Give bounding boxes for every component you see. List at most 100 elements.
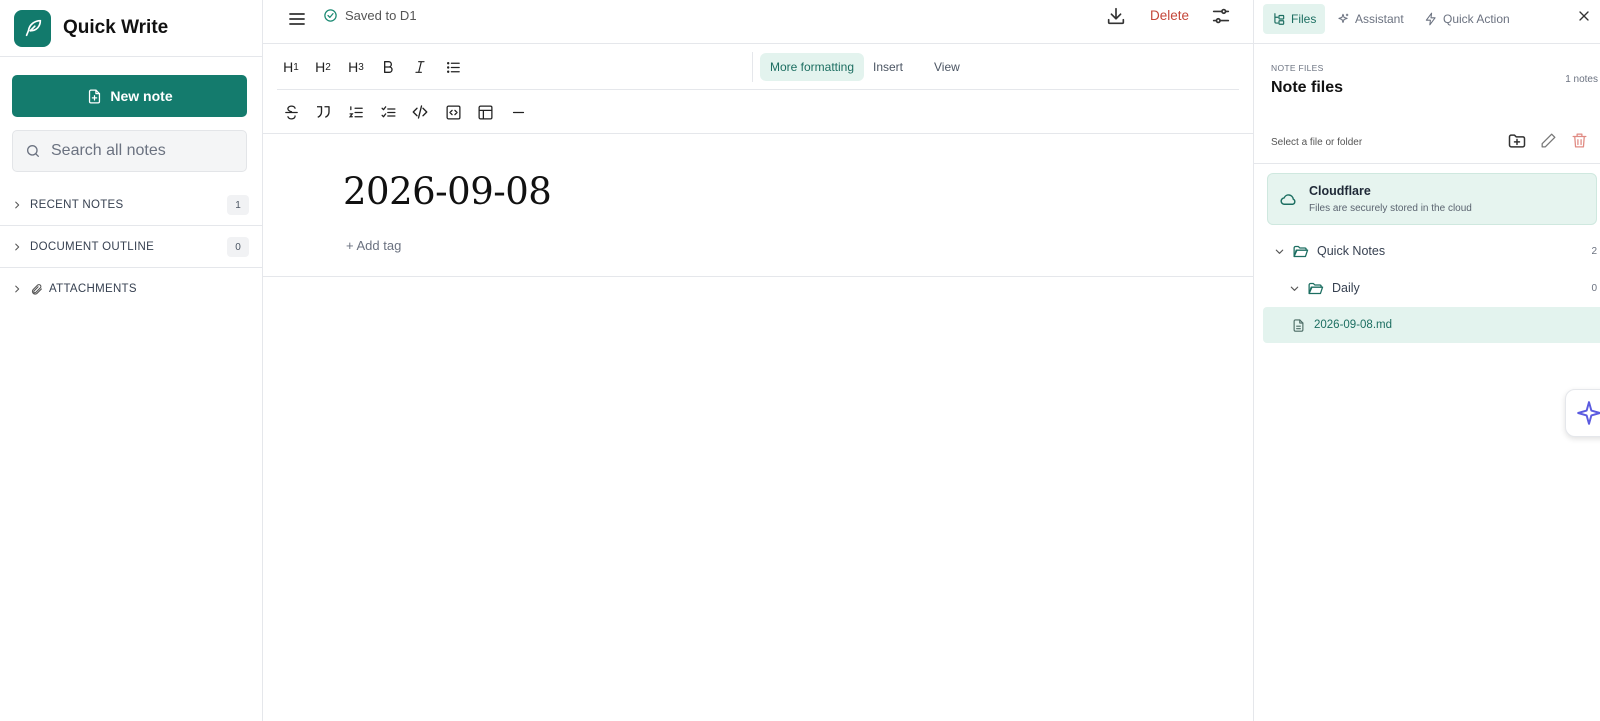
format-toolbar-row-2	[263, 90, 1253, 134]
horizontal-rule-icon	[512, 111, 524, 113]
tree-count: 2	[1591, 245, 1597, 257]
tree-folder-quick-notes[interactable]: Quick Notes 2	[1254, 233, 1600, 269]
assistant-fab[interactable]	[1565, 389, 1600, 437]
tab-files[interactable]: Files	[1263, 4, 1326, 34]
code-icon	[412, 105, 428, 119]
delete-button[interactable]: Delete	[1150, 8, 1189, 23]
document-body[interactable]	[263, 279, 1253, 721]
horizontal-rule-button[interactable]	[504, 100, 532, 124]
download-button[interactable]	[1105, 5, 1127, 27]
tab-insert[interactable]: Insert	[863, 53, 913, 81]
sparkles-icon	[1338, 13, 1349, 24]
task-list-icon	[380, 105, 396, 117]
close-icon	[1579, 11, 1589, 21]
download-icon	[1107, 7, 1125, 25]
file-tools-row: Select a file or folder	[1254, 124, 1600, 164]
table-icon	[477, 104, 493, 120]
pencil-icon	[1541, 133, 1556, 148]
table-button[interactable]	[471, 100, 499, 124]
italic-button[interactable]	[406, 55, 434, 79]
panel-tabs: Files Assistant Quick Action	[1254, 0, 1600, 44]
tab-files-label: Files	[1291, 12, 1317, 26]
delete-file-button[interactable]	[1570, 131, 1589, 150]
panel-kicker: NOTE FILES	[1271, 63, 1324, 73]
new-note-button[interactable]: New note	[12, 75, 247, 117]
menu-button[interactable]	[285, 7, 309, 31]
notes-count: 1 notes	[1565, 74, 1598, 85]
ordered-list-button[interactable]	[342, 100, 370, 124]
search-icon	[27, 145, 39, 157]
tab-quick-action-label: Quick Action	[1443, 12, 1510, 26]
sparkle-star-icon	[1577, 401, 1600, 425]
sliders-icon	[1212, 8, 1230, 24]
sidebar-section-recent-notes[interactable]: RECENT NOTES 1	[0, 184, 263, 226]
code-block-icon	[445, 104, 461, 120]
tree-label: 2026-09-08.md	[1314, 319, 1392, 331]
folder-open-icon	[1293, 245, 1309, 257]
lightning-icon	[1425, 12, 1436, 26]
tree-folder-daily[interactable]: Daily 0	[1254, 270, 1600, 306]
section-count-badge: 0	[227, 237, 249, 257]
save-status-text: Saved to D1	[345, 8, 417, 23]
quote-button[interactable]	[309, 100, 337, 124]
section-label: RECENT NOTES	[30, 198, 124, 211]
folder-open-icon	[1308, 282, 1324, 294]
files-panel: Files Assistant Quick Action NOTE FILES …	[1253, 0, 1600, 721]
section-count-badge: 1	[227, 195, 249, 215]
storage-description: Files are securely stored in the cloud	[1309, 203, 1472, 214]
chevron-right-icon	[15, 201, 20, 208]
close-panel-button[interactable]	[1576, 8, 1592, 24]
italic-icon	[415, 61, 425, 73]
hamburger-icon	[289, 13, 305, 25]
tab-quick-action[interactable]: Quick Action	[1415, 4, 1519, 34]
quote-icon	[317, 106, 330, 118]
panel-title: Note files	[1271, 79, 1344, 96]
settings-button[interactable]	[1210, 5, 1232, 27]
search-input[interactable]	[51, 142, 231, 160]
selection-hint: Select a file or folder	[1271, 137, 1363, 148]
bold-button[interactable]	[374, 55, 402, 79]
new-file-icon	[89, 88, 101, 104]
feather-logo-icon	[14, 9, 51, 47]
bold-icon	[384, 61, 393, 73]
tab-more-formatting[interactable]: More formatting	[760, 53, 865, 81]
tab-view[interactable]: View	[924, 53, 970, 81]
app-title: Quick Write	[63, 17, 169, 38]
task-list-button[interactable]	[374, 100, 402, 124]
chevron-down-icon	[1275, 249, 1284, 254]
document-title[interactable]: 2026-09-08	[343, 170, 552, 213]
heading-1-button[interactable]: H1	[277, 55, 305, 79]
folder-plus-icon	[1508, 134, 1526, 148]
heading-3-button[interactable]: H3	[342, 55, 370, 79]
tree-file-2026-09-08[interactable]: 2026-09-08.md	[1263, 307, 1600, 343]
search-box[interactable]	[12, 130, 247, 172]
heading-2-button[interactable]: H2	[309, 55, 337, 79]
code-block-button[interactable]	[439, 100, 467, 124]
sidebar-section-document-outline[interactable]: DOCUMENT OUTLINE 0	[0, 226, 263, 268]
trash-icon	[1572, 133, 1587, 148]
section-label: ATTACHMENTS	[49, 283, 137, 295]
chevron-right-icon	[15, 285, 20, 293]
bullet-list-icon	[446, 61, 460, 73]
code-button[interactable]	[406, 100, 434, 124]
save-status: Saved to D1	[323, 8, 417, 23]
tab-assistant-label: Assistant	[1355, 12, 1404, 26]
brand-header: Quick Write	[0, 0, 262, 57]
file-text-icon	[1293, 318, 1304, 332]
sidebar-section-attachments[interactable]: ATTACHMENTS	[0, 268, 263, 310]
add-tag-button[interactable]: + Add tag	[346, 238, 401, 253]
chevron-right-icon	[15, 243, 20, 250]
format-toolbar-row-1: H1 H2 H3 More formatting Insert View	[277, 44, 1239, 90]
bullet-list-button[interactable]	[439, 55, 467, 79]
editor-area: Saved to D1 Delete H1 H2 H3 More formatt…	[263, 0, 1253, 721]
paperclip-icon	[31, 283, 42, 295]
new-folder-button[interactable]	[1507, 131, 1527, 151]
tree-label: Daily	[1332, 281, 1360, 295]
document-header: 2026-09-08 + Add tag	[263, 134, 1253, 277]
storage-card: Cloudflare Files are securely stored in …	[1267, 173, 1597, 225]
strikethrough-button[interactable]	[277, 100, 305, 124]
file-tree-icon	[1274, 13, 1285, 25]
tree-count: 0	[1591, 282, 1597, 294]
rename-button[interactable]	[1539, 131, 1558, 150]
tab-assistant[interactable]: Assistant	[1327, 4, 1413, 34]
